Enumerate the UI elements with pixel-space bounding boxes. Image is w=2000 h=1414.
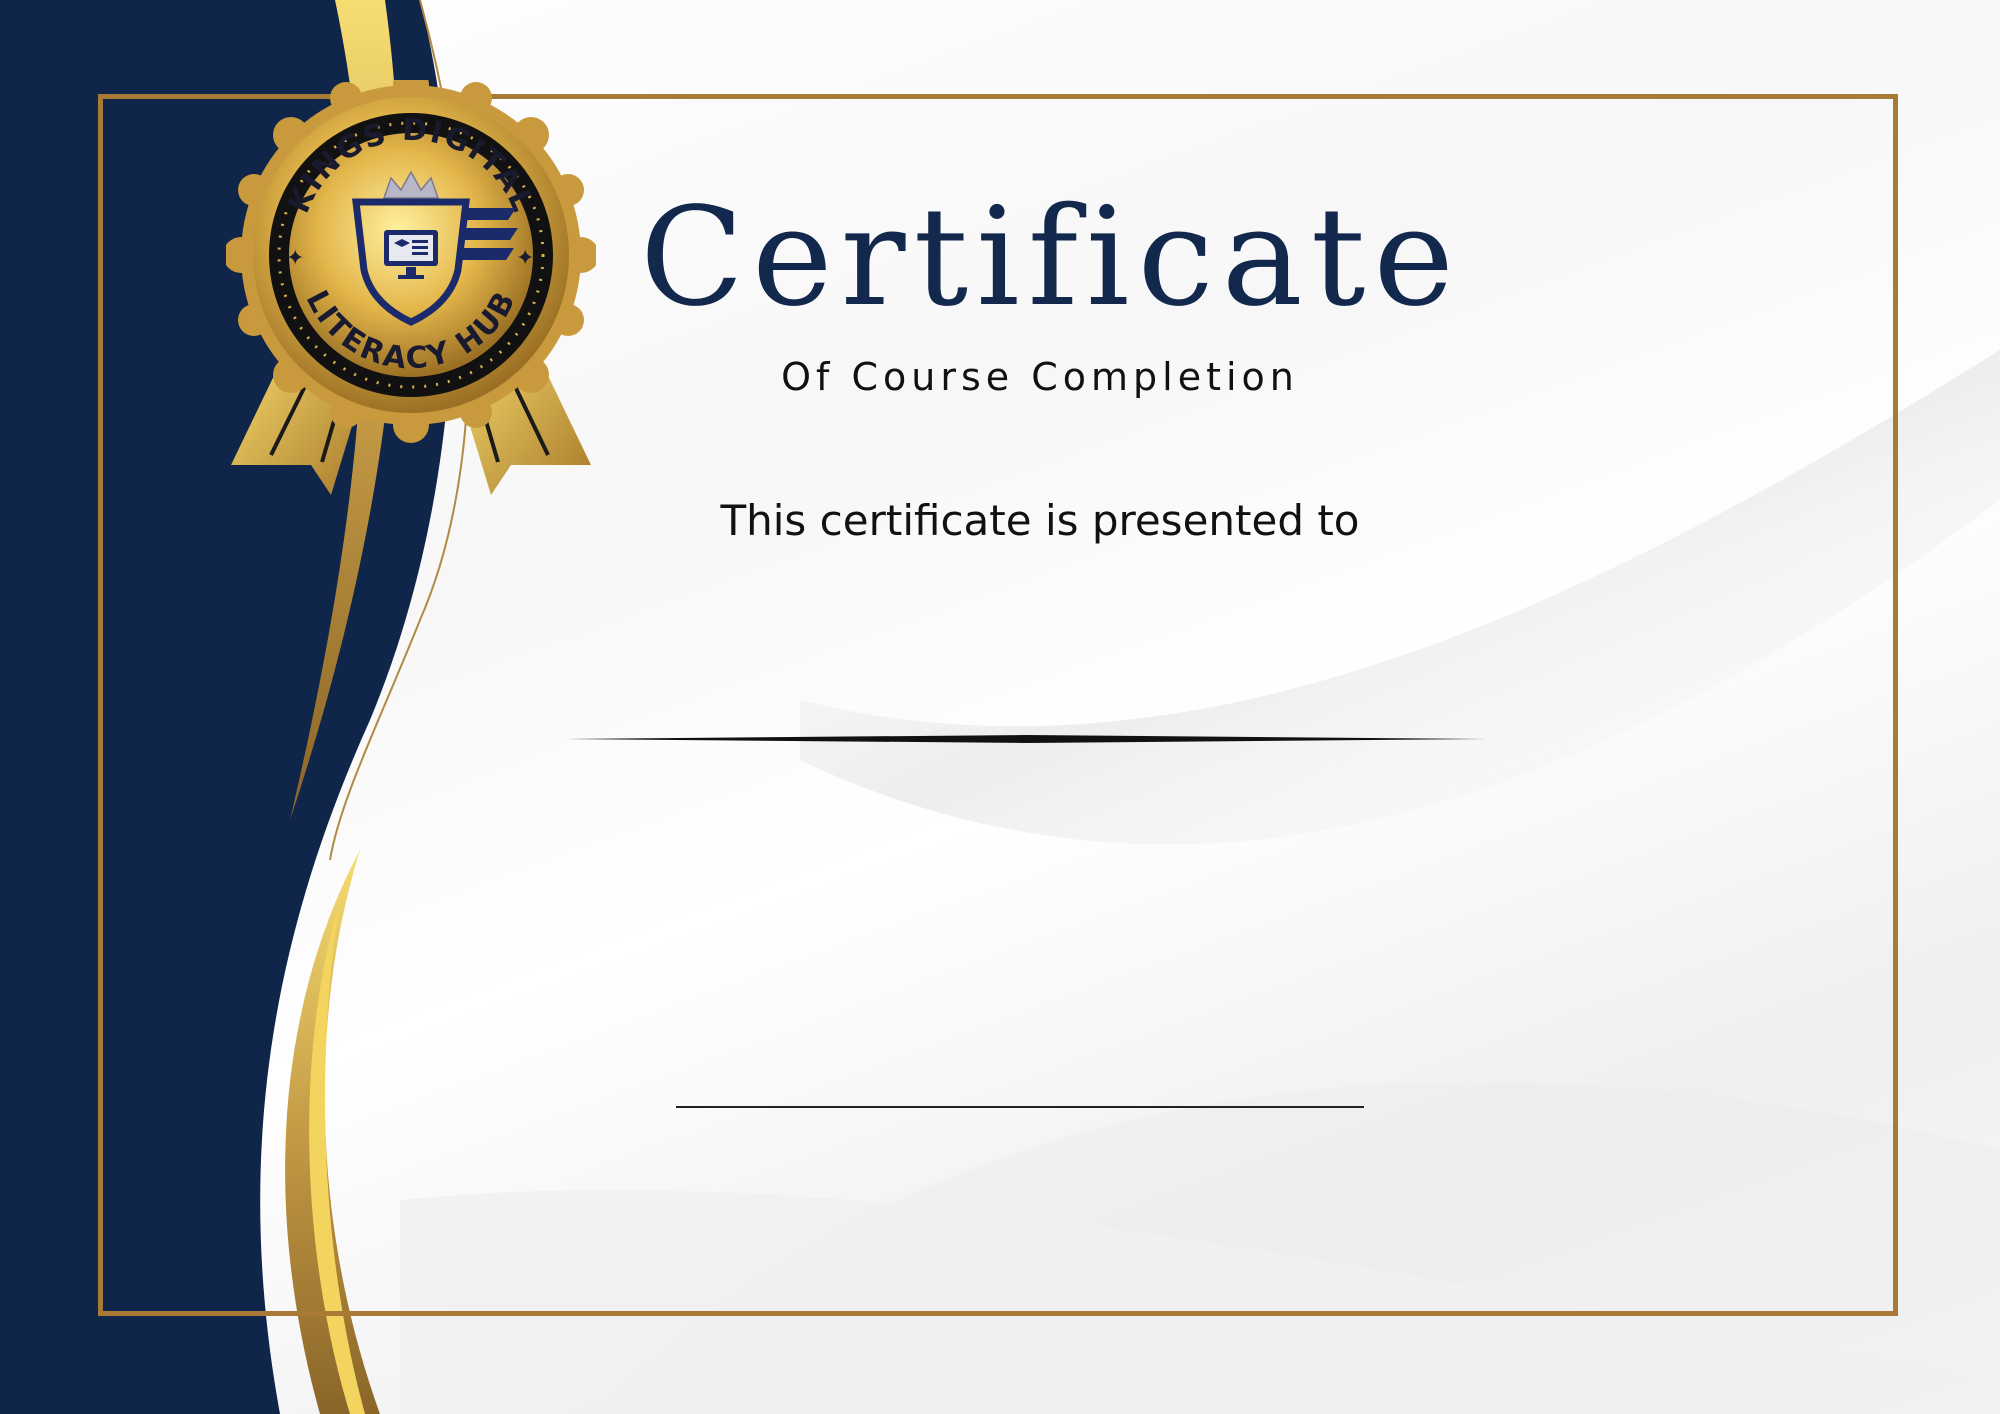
svg-text:✦: ✦ [286,246,304,271]
certificate-title: Certificate [640,179,1462,337]
badge-seal: KINGS DIGITAL LITERACY HUB ✦ ✦ [226,80,596,495]
svg-text:✦: ✦ [516,246,534,271]
certificate-page: KINGS DIGITAL LITERACY HUB ✦ ✦ Certifica… [0,0,2000,1414]
certificate-subtitle: Of Course Completion [781,355,1299,399]
recipient-name-line [566,735,1486,743]
presented-to-text: This certificate is presented to [720,496,1360,545]
signature-line [676,1106,1364,1108]
